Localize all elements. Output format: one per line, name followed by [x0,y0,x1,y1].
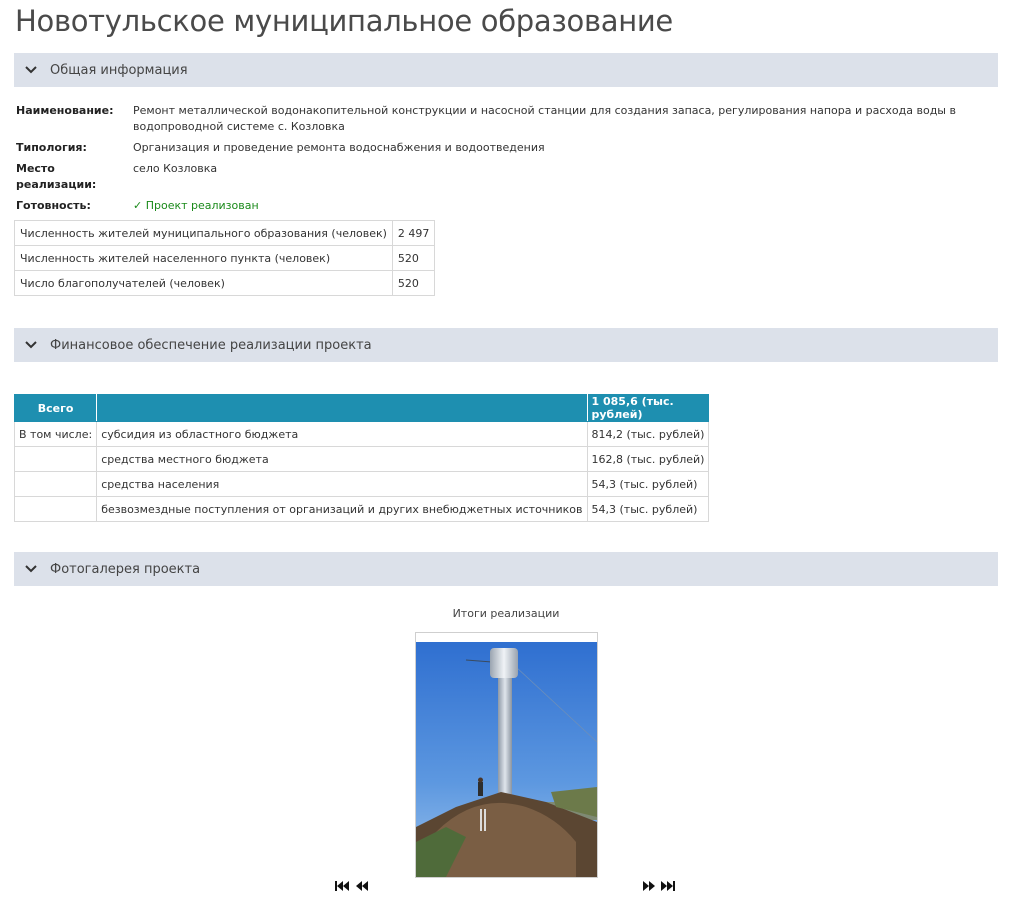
info-ready-key: Готовность: [16,199,91,212]
table-row: Численность жителей муниципального образ… [14,220,436,246]
finance-empty-cell [13,446,98,472]
finance-header-spacer [96,394,588,422]
info-row-type: Типология: Организация и проведение ремо… [16,140,1001,156]
last-page-icon[interactable] [660,879,676,893]
next-icon[interactable] [640,879,656,893]
table-row: В том числе: субсидия из областного бюдж… [13,421,710,447]
finance-row-value: 54,3 (тыс. рублей) [586,496,710,522]
first-page-icon[interactable] [334,879,350,893]
finance-row-value: 162,8 (тыс. рублей) [586,446,710,472]
population-value: 520 [391,270,436,296]
section-finance-header[interactable]: Финансовое обеспечение реализации проект… [14,328,998,362]
section-general-header[interactable]: Общая информация [14,53,998,87]
info-name-key: Наименование: [16,104,114,117]
table-row: Число благополучателей (человек) 520 [14,270,436,296]
gallery-photo[interactable] [415,632,598,878]
table-row: Численность жителей населенного пункта (… [14,245,436,271]
finance-row-label: средства местного бюджета [96,446,588,472]
general-info: Наименование: Ремонт металлической водон… [16,103,1001,219]
section-gallery-header[interactable]: Фотогалерея проекта [14,552,998,586]
section-general-label: Общая информация [50,62,188,78]
section-finance-label: Финансовое обеспечение реализации проект… [50,337,372,353]
info-place-value: село Козловка [133,162,218,175]
gallery-caption: Итоги реализации [452,607,560,620]
table-row: средства населения 54,3 (тыс. рублей) [13,471,710,497]
chevron-down-icon [24,63,38,77]
finance-total-row: Всего 1 085,6 (тыс. рублей) [13,394,710,422]
info-name-value: Ремонт металлической водонакопительной к… [133,104,956,133]
info-row-place: Место реализации: село Козловка [16,161,1001,193]
chevron-down-icon [24,338,38,352]
finance-including-label: В том числе: [13,421,98,447]
finance-empty-cell [13,496,98,522]
info-row-ready: Готовность: ✓ Проект реализован [16,198,1001,214]
table-row: средства местного бюджета 162,8 (тыс. ру… [13,446,710,472]
info-place-key: Место реализации: [16,162,97,191]
chevron-down-icon [24,562,38,576]
finance-row-value: 814,2 (тыс. рублей) [586,421,710,447]
finance-empty-cell [13,471,98,497]
info-type-value: Организация и проведение ремонта водосна… [133,141,545,154]
prev-icon[interactable] [355,879,371,893]
finance-total-value: 1 085,6 (тыс. рублей) [586,394,710,422]
finance-row-label: субсидия из областного бюджета [96,421,588,447]
finance-total-label: Всего [13,394,98,422]
population-label: Численность жителей муниципального образ… [14,220,393,246]
population-value: 2 497 [391,220,436,246]
population-label: Число благополучателей (человек) [14,270,393,296]
finance-row-label: безвозмездные поступления от организаций… [96,496,588,522]
population-value: 520 [391,245,436,271]
finance-row-label: средства населения [96,471,588,497]
table-row: безвозмездные поступления от организаций… [13,496,710,522]
status-badge: ✓ Проект реализован [133,199,259,212]
section-gallery-label: Фотогалерея проекта [50,561,201,577]
population-label: Численность жителей населенного пункта (… [14,245,393,271]
info-type-key: Типология: [16,141,87,154]
population-table: Численность жителей муниципального образ… [14,220,436,296]
page-title: Новотульское муниципальное образование [15,4,673,38]
finance-row-value: 54,3 (тыс. рублей) [586,471,710,497]
finance-table: Всего 1 085,6 (тыс. рублей) В том числе:… [13,394,710,522]
info-row-name: Наименование: Ремонт металлической водон… [16,103,1001,135]
